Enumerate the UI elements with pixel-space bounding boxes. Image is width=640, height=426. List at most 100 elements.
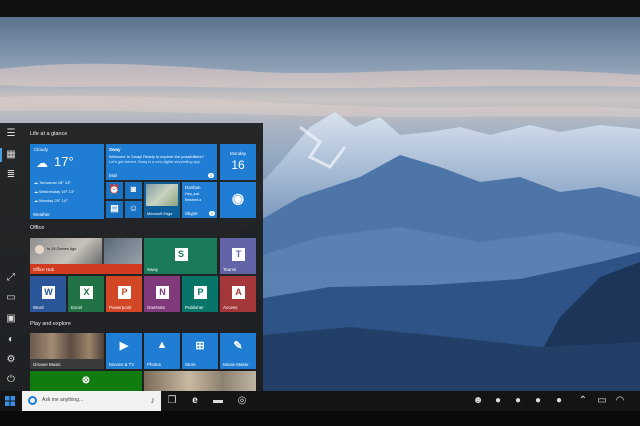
tile-label: Office Hub: [33, 267, 55, 272]
xbox-tile[interactable]: ⊗: [30, 371, 142, 391]
edge-preview-image: [146, 184, 178, 206]
tiles-view-icon[interactable]: ▦: [4, 148, 18, 162]
word-tile[interactable]: W Word: [30, 276, 66, 312]
hamburger-menu-icon[interactable]: ☰: [4, 127, 18, 141]
excel-tile[interactable]: X Excel: [68, 276, 104, 312]
contact-avatar-icon[interactable]: ●: [553, 395, 565, 407]
onenote-icon: N: [156, 286, 169, 300]
teams-tile[interactable]: T Teams: [220, 238, 256, 274]
skype-contact: Dashan: [185, 185, 201, 190]
tile-label: Publisher: [185, 305, 204, 310]
webcam-icon: ◉: [231, 190, 245, 206]
edge-tile[interactable]: Microsoft Edge: [144, 182, 180, 218]
file-explorer-icon[interactable]: ▬: [212, 395, 224, 407]
weather-condition: Cloudy: [34, 147, 49, 152]
groove-music-tile[interactable]: Groove Music: [30, 333, 104, 369]
photos-icon: ▲: [156, 339, 168, 351]
forecast-row: ☁ Monday 20° 14°: [34, 198, 68, 203]
contacts-tile[interactable]: ☺: [125, 201, 142, 218]
word-icon: W: [42, 286, 55, 300]
cloud-icon: ☁: [36, 156, 48, 170]
skype-badge: 9: [208, 211, 215, 216]
power-icon[interactable]: ⏻: [4, 373, 18, 387]
group-title-play: Play and explore: [30, 321, 71, 327]
tile-label: Photos: [147, 362, 162, 367]
webcam-tile[interactable]: ◉: [220, 182, 256, 218]
edge-icon[interactable]: e: [189, 395, 201, 407]
photos-tile[interactable]: ▲ Photos: [144, 333, 180, 369]
contact-avatar-icon[interactable]: ●: [532, 395, 544, 407]
windows-start-button[interactable]: [3, 394, 17, 408]
user-avatar-icon[interactable]: ◐: [4, 333, 18, 347]
tile-label: Powerpoint: [109, 305, 132, 310]
weather-temperature: 17°: [54, 154, 74, 169]
publisher-tile[interactable]: P Publisher: [182, 276, 218, 312]
expand-icon[interactable]: ⤢: [4, 271, 18, 285]
calculator-tile[interactable]: ▤: [106, 201, 123, 218]
camera-tile[interactable]: ◙: [125, 182, 142, 199]
people-icon[interactable]: ☻: [472, 395, 484, 407]
rail-selection-indicator: [0, 148, 2, 162]
store-tile[interactable]: ⊞ Store: [182, 333, 218, 369]
tile-label: Excel: [71, 305, 83, 310]
tile-label: Teams: [223, 267, 237, 272]
calendar-date: 16: [231, 158, 245, 172]
groove-album-art: [30, 333, 104, 359]
calendar-day: Monday: [229, 151, 246, 156]
onenote-tile[interactable]: N OneNote: [144, 276, 180, 312]
groove-icon[interactable]: ◎: [236, 395, 248, 407]
office-hub-text: In 15 Games Ago: [47, 247, 77, 251]
sway-icon: S: [174, 248, 188, 262]
xbox-icon: ⊗: [81, 375, 91, 386]
tile-label: Skype: [185, 211, 198, 216]
window-bottom-bar: [0, 411, 640, 426]
search-placeholder: Ask me anything...: [42, 397, 84, 403]
contact-avatar-icon[interactable]: ●: [512, 395, 524, 407]
skype-message-line: finished a: [185, 198, 202, 202]
forecast-row: ☁ Tomorrow 18° 13°: [34, 180, 71, 185]
mail-preview: Let's get started. Sway is a new digital…: [109, 160, 201, 164]
excel-icon: X: [80, 286, 93, 300]
mail-tile[interactable]: Sway Welcome to Sway! Ready to explore t…: [106, 144, 217, 180]
device-icon[interactable]: ▭: [4, 291, 18, 305]
tile-label: Microsoft Edge: [147, 212, 173, 216]
start-menu: ☰ ▦ ≣ ⤢ ▭ ▣ ◐ ⚙ ⏻ Life at a glance Cloud…: [0, 123, 263, 391]
sway-tile[interactable]: S Sway: [144, 238, 217, 274]
mail-badge: 2: [207, 173, 214, 178]
office-hub-photo-2: [104, 238, 142, 264]
teams-icon: T: [232, 248, 245, 262]
tile-label: Access: [223, 305, 238, 310]
powerpoint-icon: P: [118, 286, 131, 300]
weather-tile[interactable]: Cloudy ☁ 17° ☁ Tomorrow 18° 13° ☁ Wednes…: [30, 144, 104, 219]
film-icon: ▶: [119, 340, 129, 352]
calendar-tile[interactable]: Monday 16: [220, 144, 256, 180]
network-icon[interactable]: ◠: [614, 395, 626, 407]
contact-avatar-icon[interactable]: ●: [492, 395, 504, 407]
skype-message-line: Hey, just: [185, 192, 200, 196]
skype-tile[interactable]: Dashan Hey, just finished a Skype 9: [182, 182, 217, 218]
weather-forecast: ☁ Tomorrow 18° 13° ☁ Wednesday 19° 13° ☁…: [34, 178, 75, 205]
window-top-bar: [0, 0, 640, 17]
windows-logo-icon: [5, 396, 15, 406]
office-hub-tile[interactable]: In 15 Games Ago Office Hub: [30, 238, 142, 274]
tile-label: Store: [185, 362, 196, 367]
movies-tile[interactable]: ▶ Movies & TV: [106, 333, 142, 369]
mail-subject: Welcome to Sway! Ready to explore the po…: [109, 154, 204, 159]
forecast-row: ☁ Wednesday 19° 13°: [34, 189, 75, 194]
movie-maker-tile[interactable]: ✎ Movie Maker: [220, 333, 256, 369]
access-tile[interactable]: A Access: [220, 276, 256, 312]
microphone-icon[interactable]: ♪: [151, 395, 156, 405]
alarms-tile[interactable]: ⏰: [106, 182, 123, 199]
cortana-search-box[interactable]: Ask me anything... ♪: [22, 391, 161, 411]
pictures-icon[interactable]: ▣: [4, 312, 18, 326]
tile-label: Weather: [33, 212, 50, 217]
tile-label: Movie Maker: [223, 362, 249, 367]
settings-gear-icon[interactable]: ⚙: [4, 353, 18, 367]
battery-icon[interactable]: ▭: [596, 395, 608, 407]
taskbar: Ask me anything... ♪ ❐ e ▬ ◎ ☻ ● ● ● ● ⌃…: [0, 391, 640, 411]
news-tile[interactable]: [144, 371, 256, 391]
all-apps-icon[interactable]: ≣: [4, 168, 18, 182]
powerpoint-tile[interactable]: P Powerpoint: [106, 276, 142, 312]
chevron-up-icon[interactable]: ⌃: [577, 395, 589, 407]
task-view-icon[interactable]: ❐: [166, 395, 178, 407]
